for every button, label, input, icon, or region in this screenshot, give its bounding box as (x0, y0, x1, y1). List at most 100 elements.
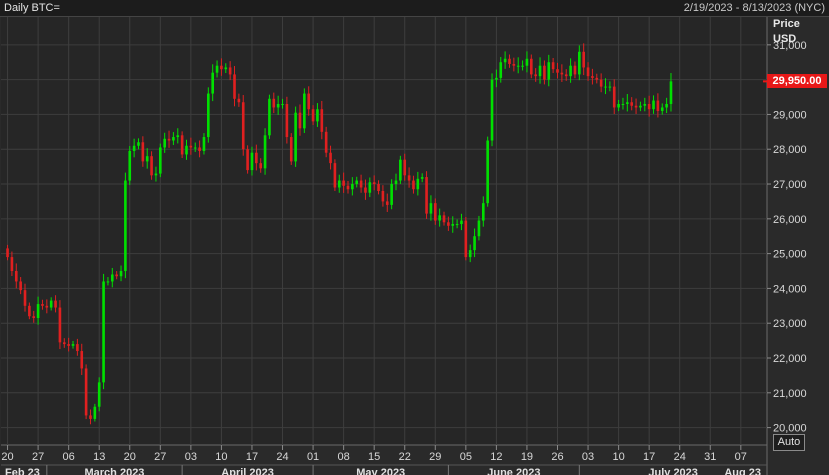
x-tick-label: 10 (215, 451, 227, 463)
candle-body (534, 74, 537, 77)
candle-body (460, 220, 463, 225)
auto-scale-button[interactable]: Auto (773, 434, 805, 451)
candle-body (241, 102, 245, 150)
candle-body (665, 103, 668, 108)
last-price-badge: 29,950.00 (767, 74, 827, 89)
candle-body (385, 201, 389, 205)
candle-body (303, 93, 306, 129)
candle-body (189, 145, 193, 148)
candle-body (429, 203, 433, 214)
candle-body (263, 135, 267, 169)
x-tick-label: 10 (612, 451, 624, 463)
candle-body (630, 102, 634, 106)
candle-body (364, 187, 367, 193)
candle-body (495, 77, 498, 80)
candle-body (272, 98, 276, 108)
candle-body (329, 152, 332, 164)
month-label: April 2023 (221, 467, 274, 475)
candle-body (455, 224, 459, 226)
y-tick-label: 29,000 (773, 109, 807, 121)
y-axis-title: Price (773, 18, 800, 30)
candle-body (351, 184, 354, 190)
candle-body (473, 236, 476, 251)
x-tick-label: 20 (124, 451, 136, 463)
candle-body (368, 182, 372, 193)
candle-body (176, 135, 180, 138)
candle-body (215, 65, 219, 73)
candle-body (399, 159, 402, 181)
candle-body (573, 65, 577, 75)
candle-body (19, 281, 22, 291)
candle-body (612, 86, 616, 108)
candle-body (128, 150, 132, 181)
candle-body (237, 98, 241, 103)
y-tick-label: 23,000 (773, 318, 807, 330)
x-tick-label: 07 (735, 451, 747, 463)
candle-body (420, 177, 424, 179)
candle-body (132, 145, 136, 151)
candle-body (67, 344, 70, 346)
x-tick-label: 01 (307, 451, 319, 463)
candlestick-chart[interactable]: 20,000 21,000 22,000 23,000 24,000 25,000 26,0… (0, 17, 829, 475)
candle-body (102, 281, 105, 383)
candle-body (106, 281, 110, 283)
candle-body (407, 175, 411, 181)
candle-body (141, 142, 145, 162)
candle-body (377, 184, 380, 191)
candle-body (49, 300, 53, 308)
date-range-label: 2/19/2023 - 8/13/2023 (NYC) (683, 2, 825, 14)
candle-body (599, 79, 603, 87)
x-tick-label: 20 (1, 451, 13, 463)
candle-body (36, 304, 40, 318)
candle-body (311, 109, 315, 122)
candle-body (652, 100, 655, 110)
x-tick-label: 06 (63, 451, 75, 463)
candle-body (54, 300, 57, 308)
month-label: Aug 23 (724, 467, 761, 475)
y-tick-label: 20,000 (773, 423, 807, 435)
candle-body (660, 107, 664, 111)
x-tick-label: 27 (32, 451, 44, 463)
candle-body (307, 93, 311, 110)
x-tick-label: 03 (582, 451, 594, 463)
candle-body (316, 109, 319, 122)
candle-body (285, 103, 289, 138)
x-tick-label: 15 (368, 451, 380, 463)
candle-body (390, 184, 393, 205)
candle-body (464, 220, 468, 258)
y-tick-label: 22,000 (773, 353, 807, 365)
candle-body (521, 65, 524, 67)
candle-body (207, 93, 210, 138)
candle-body (159, 147, 162, 174)
candle-body (145, 156, 149, 162)
x-tick-label: 12 (490, 451, 502, 463)
candle-body (438, 215, 441, 221)
candle-body (656, 100, 660, 111)
candle-body (508, 58, 511, 64)
x-tick-label: 24 (276, 451, 288, 463)
candle-body (276, 103, 280, 108)
candle-body (468, 250, 472, 258)
candle-body (525, 58, 529, 66)
candle-body (233, 74, 236, 99)
candle-body (355, 180, 359, 185)
candle-body (32, 316, 36, 318)
y-tick-label: 27,000 (773, 179, 807, 191)
candle-body (481, 203, 485, 221)
candle-body (372, 182, 376, 185)
x-tick-label: 17 (246, 451, 258, 463)
x-tick-label: 24 (674, 451, 686, 463)
candle-body (643, 103, 647, 106)
candle-body (346, 185, 350, 190)
y-tick-label: 21,000 (773, 388, 807, 400)
candle-body (89, 415, 92, 419)
x-tick-label: 31 (704, 451, 716, 463)
candle-body (416, 178, 420, 190)
x-tick-label: 19 (521, 451, 533, 463)
candle-body (320, 109, 324, 132)
candle-body (337, 180, 341, 188)
candle-body (447, 222, 450, 226)
candle-body (41, 304, 44, 306)
candle-body (167, 138, 171, 141)
candle-body (591, 76, 594, 78)
